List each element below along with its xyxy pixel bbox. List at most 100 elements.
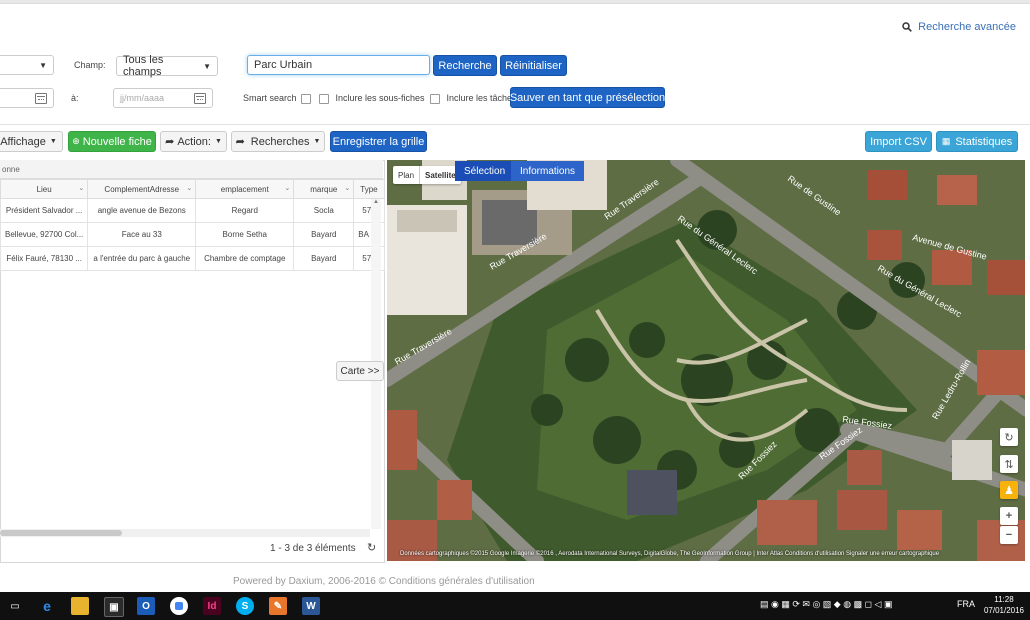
cell-marque: Bayard: [293, 246, 355, 271]
cell-lieu: Félix Fauré, 78130 ...: [0, 246, 89, 271]
store-icon[interactable]: ▣: [104, 597, 124, 617]
display-button[interactable]: Affichage ▼: [0, 131, 63, 152]
include-tasks-option[interactable]: Inclure les tâches: [430, 93, 517, 104]
pegman-icon[interactable]: ♟: [1000, 481, 1018, 499]
calendar-icon[interactable]: [194, 92, 206, 104]
cell-emplacement: Chambre de comptage: [195, 246, 295, 271]
cell-lieu: Président Salvador ...: [0, 198, 89, 223]
search-input[interactable]: Parc Urbain: [247, 55, 430, 75]
grid-group-header: onne: [0, 160, 383, 179]
column-header-complement-adresse[interactable]: ComplementAdresse ⌄: [87, 179, 197, 199]
date-to-input[interactable]: jj/mm/aaaa: [113, 88, 213, 108]
column-header-type[interactable]: Type: [353, 179, 385, 199]
cell-complement-adresse: a l'entrée du parc à gauche: [87, 246, 197, 271]
tab-informations[interactable]: Informations: [511, 161, 585, 181]
tray-icons[interactable]: ▤ ◉ ▦ ⟳ ✉ ◎ ▧ ◆ ◍ ▩ ◻ ◁ ▣: [760, 599, 892, 610]
advanced-search-link[interactable]: Recherche avancée: [902, 21, 1016, 33]
column-header-emplacement[interactable]: emplacement ⌄: [195, 179, 295, 199]
include-subsheets-option[interactable]: Inclure les sous-fiches: [319, 93, 425, 104]
clock-time: 11:28: [994, 595, 1014, 604]
zoom-out-button[interactable]: −: [1000, 526, 1018, 544]
action-button[interactable]: ➦ Action: ▼: [160, 131, 227, 152]
map-type-control[interactable]: Plan Satellite: [393, 166, 461, 184]
file-explorer-icon[interactable]: [71, 597, 89, 615]
search-icon: [902, 22, 913, 32]
table-row[interactable]: Félix Fauré, 78130 ... a l'entrée du par…: [0, 246, 385, 271]
share-arrow-icon: ➦: [165, 136, 175, 148]
outlook-icon[interactable]: O: [137, 597, 155, 615]
field-select-left[interactable]: ▼: [0, 55, 54, 75]
horizontal-scrollbar[interactable]: [0, 529, 370, 537]
chevron-down-icon[interactable]: ⌄: [284, 184, 290, 192]
scroll-up-icon[interactable]: ▲: [373, 199, 379, 205]
caret-down-icon: ▼: [39, 60, 47, 70]
rotate-icon[interactable]: ↻: [1000, 428, 1018, 446]
statistics-button[interactable]: ▦ Statistiques: [936, 131, 1018, 152]
grid-group-header-label: onne: [2, 165, 20, 174]
cell-complement-adresse: Face au 33: [87, 222, 197, 247]
table-row[interactable]: Président Salvador ... angle avenue de B…: [0, 198, 385, 223]
language-indicator[interactable]: FRA: [957, 599, 975, 609]
satellite-map[interactable]: Rue du Général Leclerc Rue Traversière R…: [387, 160, 1025, 561]
footer-powered[interactable]: Powered by Daxium, 2006-2016 © Condition…: [233, 576, 535, 587]
column-header-marque[interactable]: marque ⌄: [293, 179, 355, 199]
champ-select-value: Tous les champs: [123, 54, 164, 78]
import-csv-button[interactable]: Import CSV: [865, 131, 932, 152]
reset-button[interactable]: Réinitialiser: [500, 55, 567, 76]
display-label: Affichage: [0, 135, 46, 148]
grid-count: 1 - 3 de 3 éléments: [270, 543, 356, 554]
smart-search-label: Smart search: [243, 93, 312, 104]
taskbar: ▭ e ▣ O Id S ✎ W ▤ ◉ ▦ ⟳ ✉ ◎ ▧ ◆ ◍ ▩ ◻ ◁…: [0, 592, 1030, 620]
cell-marque: Socla: [293, 198, 355, 223]
chevron-down-icon[interactable]: ⌄: [344, 184, 350, 192]
edge-icon[interactable]: e: [38, 597, 56, 615]
task-view-icon[interactable]: ▭: [6, 597, 24, 615]
taskbar-clock[interactable]: 11:28 07/01/2016: [984, 594, 1024, 616]
chart-icon: ▦: [941, 136, 951, 146]
calendar-icon[interactable]: [35, 92, 47, 104]
cell-complement-adresse: angle avenue de Bezons: [87, 198, 197, 223]
searches-label: Recherches: [250, 135, 310, 148]
skype-icon[interactable]: S: [236, 597, 254, 615]
search-button[interactable]: Recherche: [433, 55, 497, 76]
map-toggle-button[interactable]: Carte >>: [336, 361, 384, 381]
map-imagery: Rue du Général Leclerc Rue Traversière R…: [387, 160, 1025, 561]
caret-down-icon: ▼: [203, 61, 211, 71]
cell-emplacement: Borne Setha: [195, 222, 295, 247]
zoom-in-button[interactable]: +: [1000, 507, 1018, 525]
save-grid-button[interactable]: Enregistrer la grille: [330, 131, 427, 152]
toolbar-divider: [0, 124, 1030, 125]
statistics-label: Statistiques: [955, 135, 1013, 148]
map-type-plan[interactable]: Plan: [393, 166, 419, 184]
clock-date: 07/01/2016: [983, 606, 1024, 615]
app-icon[interactable]: ✎: [269, 597, 287, 615]
new-sheet-button[interactable]: ⊕ Nouvelle fiche: [68, 131, 156, 152]
smart-search-checkbox[interactable]: [301, 93, 312, 104]
include-subsheets-label: Inclure les sous-fiches: [335, 93, 425, 103]
searches-button[interactable]: ➦ Recherches ▼: [231, 131, 325, 152]
word-icon[interactable]: W: [302, 597, 320, 615]
table-row[interactable]: Bellevue, 92700 Col... Face au 33 Borne …: [0, 222, 385, 247]
plus-circle-icon: ⊕: [72, 136, 80, 146]
column-header-lieu[interactable]: Lieu ⌄: [0, 179, 89, 199]
chevron-down-icon[interactable]: ⌄: [78, 184, 84, 192]
chevron-down-icon[interactable]: ⌄: [186, 184, 192, 192]
include-tasks-checkbox[interactable]: [430, 93, 440, 104]
chrome-icon[interactable]: [170, 597, 188, 615]
caret-down-icon: ▼: [313, 138, 321, 145]
tab-selection[interactable]: Sélection: [455, 161, 515, 181]
scrollbar-thumb[interactable]: [0, 530, 122, 536]
date-from-input[interactable]: [0, 88, 54, 108]
include-subsheets-checkbox[interactable]: [319, 93, 329, 104]
tilt-icon[interactable]: ⇅: [1000, 455, 1018, 473]
smart-search-text: Smart search: [243, 93, 297, 103]
save-preset-button[interactable]: Sauver en tant que présélection: [510, 87, 665, 108]
caret-down-icon: ▼: [214, 138, 222, 145]
refresh-icon[interactable]: ↻: [367, 541, 376, 554]
top-border: [0, 0, 1030, 4]
include-tasks-label: Inclure les tâches: [446, 93, 517, 103]
champ-select[interactable]: Tous les champs ▼: [116, 54, 218, 78]
date-placeholder: jj/mm/aaaa: [120, 93, 165, 103]
indesign-icon[interactable]: Id: [203, 597, 221, 615]
to-label: à:: [71, 93, 79, 103]
